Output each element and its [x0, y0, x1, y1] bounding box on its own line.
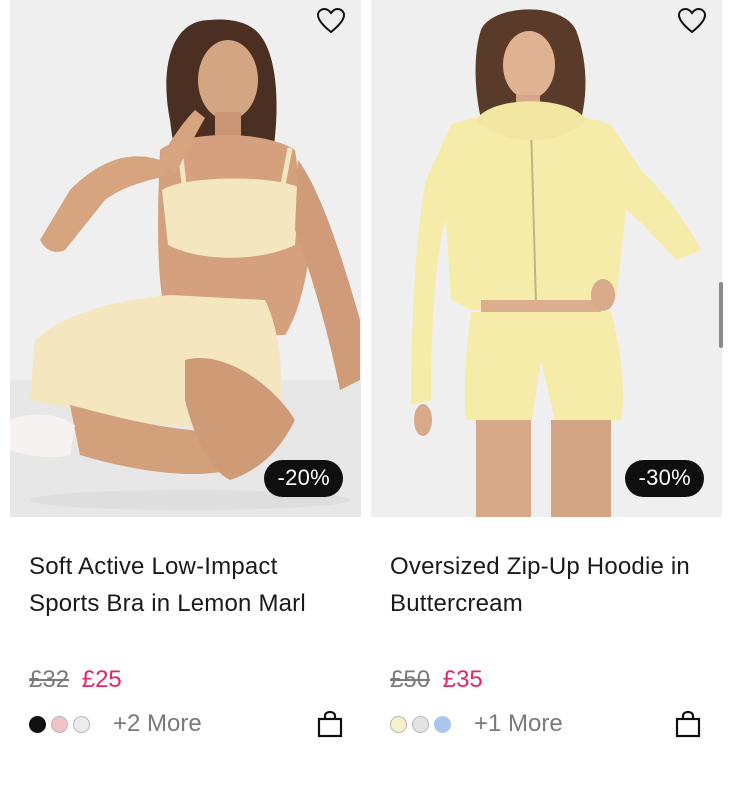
more-colors-link[interactable]: +2 More: [113, 712, 202, 736]
color-swatch-blue[interactable]: [434, 715, 451, 733]
sale-price: £25: [81, 666, 122, 693]
color-swatch-pink[interactable]: [51, 715, 68, 733]
color-swatch-grey[interactable]: [73, 715, 90, 733]
product-photo-zip-hoodie: [371, 0, 722, 517]
color-swatches: +2 More: [29, 712, 202, 736]
price-row: £50 £35: [390, 664, 483, 696]
color-swatch-cream[interactable]: [390, 715, 407, 733]
product-card[interactable]: -20% Soft Active Low-Impact Sports Bra i…: [10, 0, 361, 738]
price-row: £32 £25: [29, 664, 122, 696]
wishlist-heart-icon[interactable]: [317, 8, 347, 38]
product-title[interactable]: Soft Active Low-Impact Sports Bra in Lem…: [29, 548, 349, 622]
product-grid: -20% Soft Active Low-Impact Sports Bra i…: [0, 0, 730, 800]
shopping-bag-icon[interactable]: [316, 710, 344, 738]
discount-badge: -20%: [264, 460, 343, 497]
scrollbar[interactable]: [719, 282, 723, 348]
color-swatch-grey[interactable]: [412, 715, 429, 733]
color-swatches: +1 More: [390, 712, 563, 736]
original-price: £50: [390, 666, 431, 693]
sale-price: £35: [442, 666, 483, 693]
more-colors-link[interactable]: +1 More: [474, 712, 563, 736]
product-title[interactable]: Oversized Zip-Up Hoodie in Buttercream: [390, 548, 710, 622]
product-photo-sports-bra: [10, 0, 361, 517]
shopping-bag-icon[interactable]: [674, 710, 702, 738]
color-swatch-black[interactable]: [29, 715, 46, 733]
discount-badge: -30%: [625, 460, 704, 497]
original-price: £32: [29, 666, 70, 693]
product-card[interactable]: -30% Oversized Zip-Up Hoodie in Buttercr…: [371, 0, 722, 738]
product-image[interactable]: -20%: [10, 0, 361, 517]
product-image[interactable]: -30%: [371, 0, 722, 517]
wishlist-heart-icon[interactable]: [678, 8, 708, 38]
